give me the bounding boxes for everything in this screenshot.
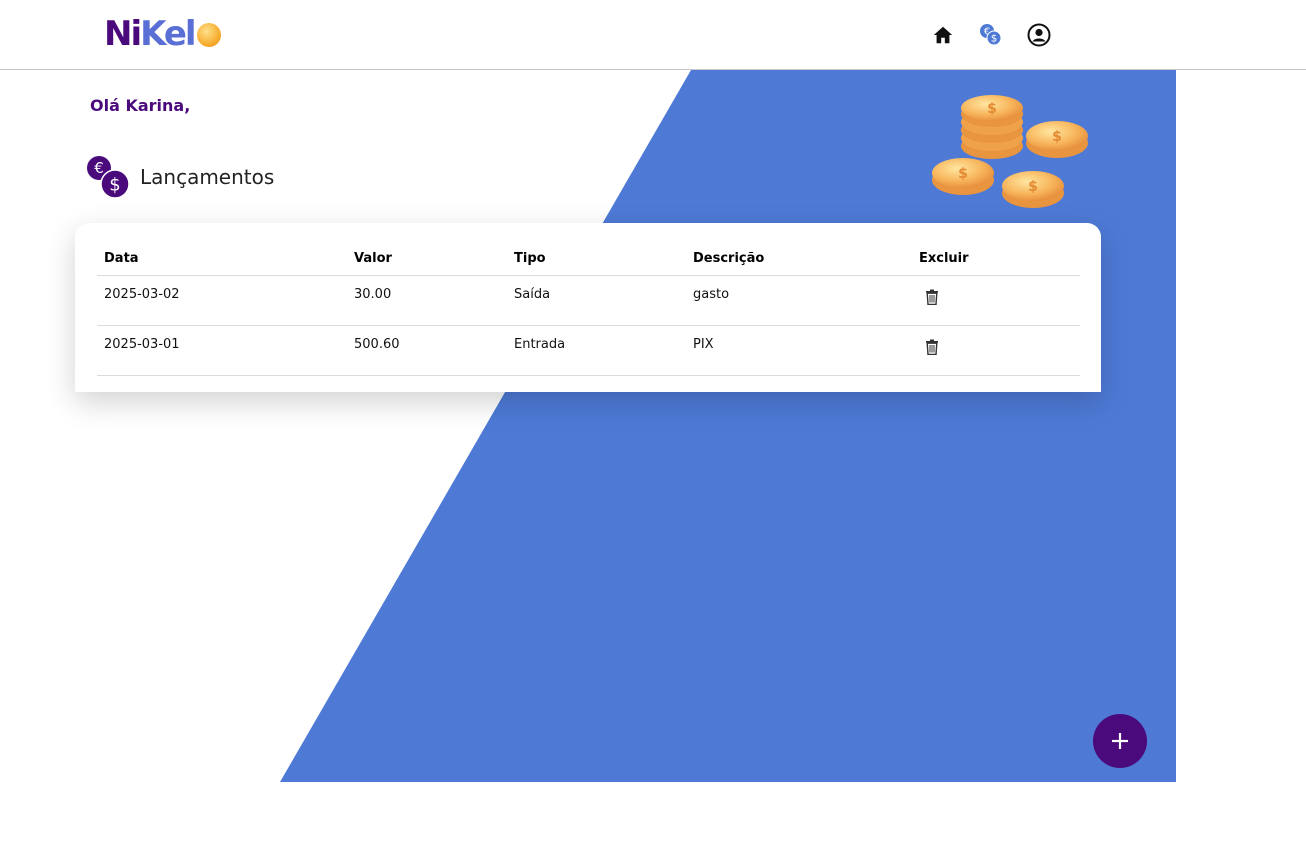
svg-text:$: $ [1052, 129, 1062, 145]
transactions-table: Data Valor Tipo Descrição Excluir 2025-0… [97, 245, 1080, 376]
table-header-row: Data Valor Tipo Descrição Excluir [97, 245, 1080, 276]
top-navbar: NiKel € $ [0, 0, 1306, 70]
cell-description: gasto [686, 275, 912, 326]
svg-text:€: € [94, 159, 104, 177]
coins-illustration: $ $ $ $ [932, 95, 1088, 208]
transactions-card: Data Valor Tipo Descrição Excluir 2025-0… [75, 223, 1101, 392]
column-header-delete: Excluir [912, 245, 1080, 276]
svg-text:$: $ [958, 166, 968, 182]
page-title: Lançamentos [140, 165, 275, 189]
svg-text:$: $ [991, 34, 997, 45]
column-header-date: Data [97, 245, 347, 276]
cell-value: 500.60 [347, 325, 507, 376]
table-row: 2025-03-02 30.00 Saída gasto [97, 275, 1080, 326]
cell-delete [912, 325, 1080, 376]
user-circle-icon [1027, 23, 1051, 47]
currency-exchange-icon: € $ [980, 24, 1002, 46]
cell-date: 2025-03-02 [97, 275, 347, 326]
nikel-logo[interactable]: NiKel [104, 14, 221, 54]
cell-type: Saída [507, 275, 686, 326]
column-header-type: Tipo [507, 245, 686, 276]
trash-icon [926, 339, 938, 356]
column-header-value: Valor [347, 245, 507, 276]
cell-value: 30.00 [347, 275, 507, 326]
profile-button[interactable] [1026, 22, 1052, 48]
logo-coin-icon [196, 23, 221, 47]
home-button[interactable] [930, 22, 956, 48]
table-row: 2025-03-01 500.60 Entrada PIX [97, 325, 1080, 376]
cell-date: 2025-03-01 [97, 325, 347, 376]
trash-icon [926, 289, 938, 306]
add-transaction-button[interactable] [1093, 714, 1147, 768]
greeting-text: Olá Karina, [90, 96, 191, 115]
svg-text:$: $ [109, 175, 120, 196]
logo-text: NiKel [104, 14, 197, 54]
transactions-button[interactable]: € $ [978, 22, 1004, 48]
home-icon [933, 26, 953, 44]
nav-icons: € $ [930, 22, 1052, 48]
svg-text:$: $ [1028, 179, 1038, 195]
currency-exchange-icon: € $ [87, 156, 130, 199]
column-header-description: Descrição [686, 245, 912, 276]
delete-button[interactable] [925, 339, 947, 361]
cell-description: PIX [686, 325, 912, 376]
section-title: € $ Lançamentos [86, 154, 274, 200]
cell-delete [912, 275, 1080, 326]
delete-button[interactable] [925, 289, 947, 311]
svg-text:$: $ [987, 101, 997, 117]
cell-type: Entrada [507, 325, 686, 376]
plus-icon [1112, 733, 1128, 749]
